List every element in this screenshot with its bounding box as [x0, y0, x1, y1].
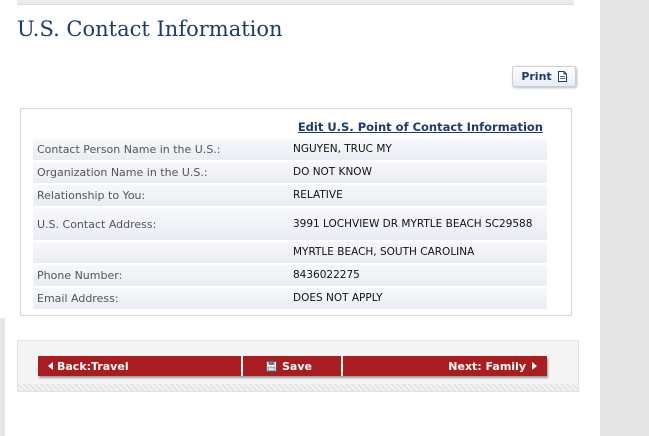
row-label: Email Address: — [37, 292, 119, 305]
row-value: 3991 LOCHVIEW DR MYRTLE BEACH SC29588 — [293, 217, 533, 230]
table-row: Email Address: DOES NOT APPLY — [33, 288, 547, 311]
edit-contact-link[interactable]: Edit U.S. Point of Contact Information — [298, 120, 543, 134]
page-title: U.S. Contact Information — [17, 17, 283, 41]
back-button[interactable]: Back:Travel — [38, 356, 243, 376]
page-side-background — [600, 0, 649, 436]
row-value: 8436022275 — [293, 269, 360, 281]
navigation-panel: Back:Travel Save Next: Family — [17, 340, 579, 392]
chevron-right-icon — [532, 362, 537, 370]
floppy-disk-icon — [266, 360, 277, 372]
row-label: Phone Number: — [37, 269, 123, 282]
row-value: DO NOT KNOW — [293, 166, 372, 178]
navigation-bar: Back:Travel Save Next: Family — [38, 356, 547, 376]
row-value: MYRTLE BEACH, SOUTH CAROLINA — [293, 246, 475, 258]
row-value: DOES NOT APPLY — [293, 292, 383, 304]
contact-info-table: Contact Person Name in the U.S.: NGUYEN,… — [33, 139, 547, 311]
table-row: U.S. Contact Address: 3991 LOCHVIEW DR M… — [33, 208, 547, 242]
row-value: RELATIVE — [293, 189, 343, 201]
next-button-label: Next: Family — [448, 359, 526, 373]
row-label: Relationship to You: — [37, 189, 146, 202]
contact-info-panel: Edit U.S. Point of Contact Information C… — [20, 108, 572, 316]
top-divider — [17, 0, 574, 5]
chevron-left-icon — [48, 362, 53, 370]
table-row: MYRTLE BEACH, SOUTH CAROLINA — [33, 242, 547, 265]
document-icon — [557, 71, 567, 82]
row-label: Contact Person Name in the U.S.: — [37, 143, 221, 156]
print-button-label: Print — [521, 70, 552, 83]
print-button[interactable]: Print — [512, 66, 576, 87]
row-label: U.S. Contact Address: — [37, 217, 157, 231]
row-value: NGUYEN, TRUC MY — [293, 143, 392, 155]
row-label: Organization Name in the U.S.: — [37, 166, 208, 179]
table-row: Contact Person Name in the U.S.: NGUYEN,… — [33, 139, 547, 162]
save-button-label: Save — [282, 359, 312, 373]
save-button[interactable]: Save — [243, 356, 343, 376]
table-row: Relationship to You: RELATIVE — [33, 185, 547, 208]
back-button-label: Back:Travel — [57, 359, 129, 373]
panel-hatch-decoration — [18, 384, 578, 391]
table-row: Phone Number: 8436022275 — [33, 265, 547, 288]
page-left-gutter — [0, 318, 5, 436]
table-row: Organization Name in the U.S.: DO NOT KN… — [33, 162, 547, 185]
next-button[interactable]: Next: Family — [343, 356, 547, 376]
